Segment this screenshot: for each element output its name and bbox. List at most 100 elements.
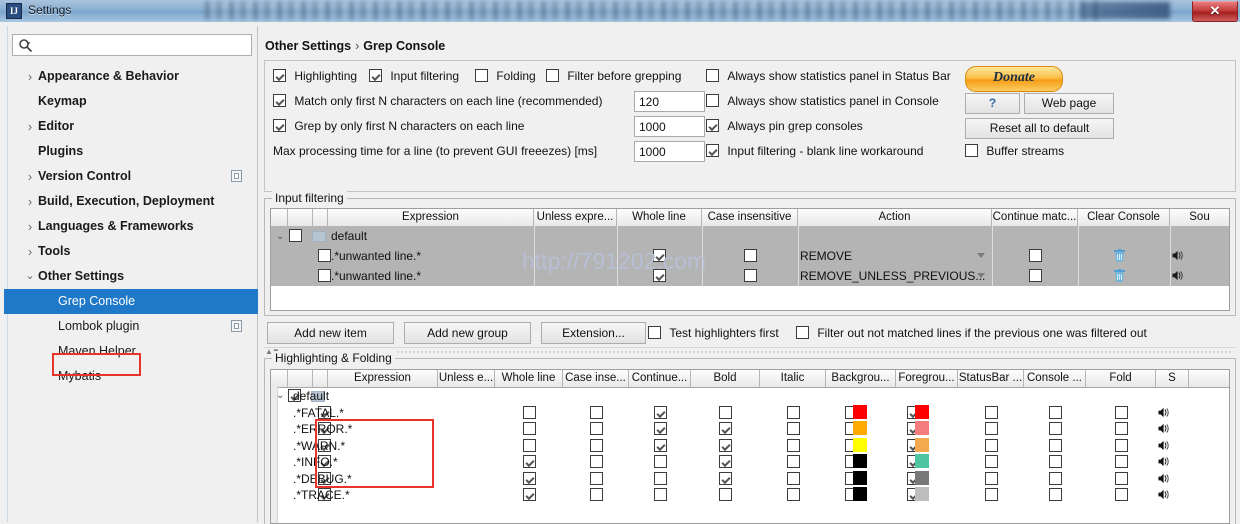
column-header[interactable]: Expression	[328, 209, 534, 226]
column-header[interactable]: StatusBar ...	[958, 370, 1024, 387]
column-header[interactable]	[271, 209, 288, 226]
web-page-button[interactable]: Web page	[1024, 93, 1114, 114]
chevron-right-icon[interactable]: ›	[24, 64, 36, 89]
sidebar-item-plugins[interactable]: Plugins	[4, 139, 258, 164]
row-enable-checkbox[interactable]	[289, 229, 302, 242]
option-blank-line-workaround[interactable]: Input filtering - blank line workaround	[706, 144, 923, 158]
whole-line-checkbox[interactable]	[523, 471, 536, 485]
console-checkbox[interactable]	[1049, 438, 1062, 452]
help-button[interactable]: ?	[965, 93, 1020, 114]
checkbox-buffer-streams[interactable]	[965, 144, 978, 157]
case-insensitive-checkbox[interactable]	[590, 488, 603, 501]
table-row[interactable]: .*unwanted line.* REMOVE_UNLESS_PREVIOUS.…	[271, 266, 1229, 287]
column-header[interactable]: Continue matc...	[992, 209, 1078, 226]
column-header[interactable]	[313, 209, 328, 226]
checkbox-highlighting[interactable]	[273, 69, 286, 82]
foreground-color-swatch[interactable]	[915, 437, 929, 452]
column-header[interactable]: Fold	[1086, 370, 1156, 387]
italic-checkbox[interactable]	[787, 488, 800, 501]
italic-checkbox[interactable]	[787, 405, 800, 419]
bold-checkbox[interactable]	[719, 405, 732, 419]
chevron-right-icon[interactable]: ›	[24, 114, 36, 139]
fold-checkbox[interactable]	[1115, 488, 1128, 501]
fold-checkbox[interactable]	[1115, 422, 1128, 435]
expression-cell[interactable]: .*DEBUG.*	[293, 472, 352, 486]
chevron-right-icon[interactable]: ›	[24, 239, 36, 264]
column-header[interactable]: Backgrou...	[826, 370, 896, 387]
checkbox-input-filtering[interactable]	[369, 69, 382, 82]
add-new-group-button[interactable]: Add new group	[404, 322, 531, 344]
expression-cell[interactable]: .*INFO.*	[293, 455, 338, 469]
console-checkbox[interactable]	[1049, 405, 1062, 419]
console-checkbox[interactable]	[1049, 422, 1062, 435]
expression-cell[interactable]: .*WARN.*	[293, 439, 345, 453]
statusbar-checkbox[interactable]	[985, 455, 998, 468]
sidebar-item-appearance-behavior[interactable]: › Appearance & Behavior	[4, 64, 258, 89]
chevron-down-icon[interactable]	[977, 273, 985, 278]
whole-line-checkbox[interactable]	[653, 249, 666, 262]
chevron-right-icon[interactable]: ›	[24, 164, 36, 189]
column-header[interactable]: Unless expre...	[534, 209, 617, 226]
foreground-color-swatch[interactable]	[915, 487, 929, 501]
statusbar-checkbox[interactable]	[985, 438, 998, 452]
option-filter-out-not-matched[interactable]: Filter out not matched lines if the prev…	[796, 326, 1147, 340]
option-pin-grep-consoles[interactable]: Always pin grep consoles	[706, 119, 863, 133]
grep-first-n-input[interactable]	[634, 116, 705, 137]
sidebar-item-maven-helper[interactable]: Maven Helper	[4, 339, 258, 364]
whole-line-checkbox[interactable]	[523, 405, 536, 419]
console-checkbox[interactable]	[1049, 488, 1062, 501]
option-highlighting[interactable]: Highlighting	[273, 69, 357, 83]
extension-button[interactable]: Extension...	[541, 322, 646, 344]
console-checkbox[interactable]	[1049, 455, 1062, 468]
whole-line-checkbox[interactable]	[523, 422, 536, 435]
table-row[interactable]: .*ERROR.*	[271, 421, 1229, 438]
bold-checkbox[interactable]	[719, 455, 732, 468]
table-row[interactable]: .*DEBUG.*	[271, 470, 1229, 487]
add-new-item-button[interactable]: Add new item	[267, 322, 394, 344]
table-row[interactable]: .*WARN.*	[271, 437, 1229, 454]
column-header[interactable]: Case insensitive	[702, 209, 798, 226]
table-row[interactable]: ⌄ default	[271, 226, 1229, 247]
italic-checkbox[interactable]	[787, 471, 800, 485]
foreground-color-swatch[interactable]	[915, 470, 929, 485]
column-header[interactable]: S	[1156, 370, 1189, 387]
continue-matching-checkbox[interactable]	[1029, 269, 1042, 282]
breadcrumb-parent[interactable]: Other Settings	[265, 39, 351, 53]
sidebar-item-editor[interactable]: › Editor	[4, 114, 258, 139]
table-row[interactable]: .*INFO.*	[271, 454, 1229, 471]
expression-cell[interactable]: .*unwanted line.*	[331, 269, 421, 283]
option-stats-status-bar[interactable]: Always show statistics panel in Status B…	[706, 69, 951, 83]
option-match-first-n[interactable]: Match only first N characters on each li…	[273, 94, 602, 108]
close-icon[interactable]: ✕	[1192, 1, 1238, 22]
whole-line-checkbox[interactable]	[523, 438, 536, 452]
chevron-right-icon[interactable]: ›	[24, 214, 36, 239]
match-first-n-input[interactable]	[634, 91, 705, 112]
row-enable-checkbox[interactable]	[318, 249, 331, 262]
checkbox-folding[interactable]	[475, 69, 488, 82]
fold-checkbox[interactable]	[1115, 405, 1128, 419]
foreground-color-swatch[interactable]	[915, 421, 929, 435]
continue-matching-checkbox[interactable]	[654, 455, 667, 468]
sidebar-item-mybatis[interactable]: Mybatis	[4, 364, 258, 389]
case-insensitive-checkbox[interactable]	[744, 269, 757, 282]
speaker-icon[interactable]	[1172, 249, 1186, 262]
sidebar-item-lombok-plugin[interactable]: Lombok plugin	[4, 314, 258, 339]
checkbox-match-first-n[interactable]	[273, 94, 286, 107]
continue-matching-checkbox[interactable]	[654, 488, 667, 501]
sidebar-item-tools[interactable]: › Tools	[4, 239, 258, 264]
copy-icon[interactable]	[231, 170, 242, 182]
column-header[interactable]: Whole line	[617, 209, 702, 226]
continue-matching-checkbox[interactable]	[1029, 249, 1042, 262]
statusbar-checkbox[interactable]	[985, 471, 998, 485]
chevron-down-icon[interactable]: ⌄	[276, 232, 284, 242]
continue-matching-checkbox[interactable]	[654, 422, 667, 435]
checkbox-filter-before-grepping[interactable]	[546, 69, 559, 82]
sidebar-item-version-control[interactable]: › Version Control	[4, 164, 258, 189]
checkbox-grep-first-n[interactable]	[273, 119, 286, 132]
column-header[interactable]: Sou	[1170, 209, 1229, 226]
sidebar-item-build-execution-deployment[interactable]: › Build, Execution, Deployment	[4, 189, 258, 214]
case-insensitive-checkbox[interactable]	[744, 249, 757, 262]
action-dropdown[interactable]: REMOVE_UNLESS_PREVIOUS...	[800, 268, 988, 284]
checkbox-test-highlighters-first[interactable]	[648, 326, 661, 339]
sidebar-item-grep-console[interactable]: Grep Console	[4, 289, 258, 314]
